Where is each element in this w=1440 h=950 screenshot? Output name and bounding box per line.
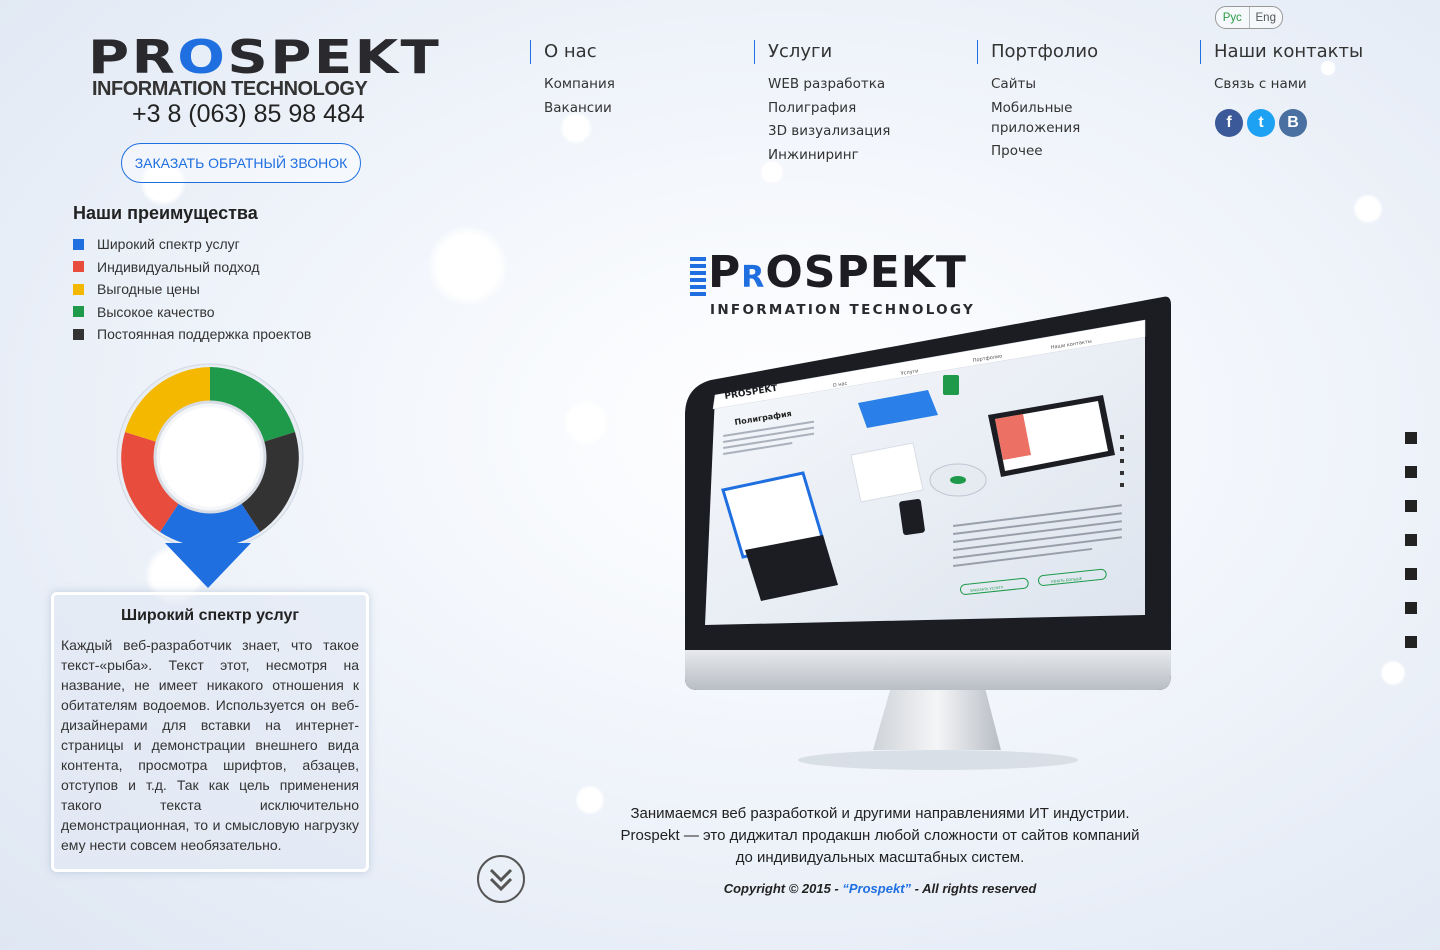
advantage-item[interactable]: Постоянная поддержка проектов — [73, 323, 311, 346]
advantage-label: Высокое качество — [97, 303, 215, 320]
advantages-list: Широкий спектр услуг Индивидуальный подх… — [73, 233, 311, 346]
nav-contacts[interactable]: Наши контакты — [1200, 40, 1363, 64]
nav-contacts-links: Связь с нами — [1214, 74, 1307, 98]
tagline-line: Prospekt — это диджитал продакшн любой с… — [620, 827, 1140, 844]
facebook-icon[interactable]: f — [1215, 109, 1243, 137]
section-dot[interactable] — [1405, 466, 1417, 478]
nav-link-sites[interactable]: Сайты — [991, 74, 1080, 94]
vk-icon[interactable]: B — [1279, 109, 1307, 137]
nav-link-other[interactable]: Прочее — [991, 141, 1080, 161]
advantages-donut — [116, 363, 304, 551]
nav-link-company[interactable]: Компания — [544, 74, 615, 94]
section-dot[interactable] — [1405, 568, 1417, 580]
nav-link-engineering[interactable]: Инжиниринг — [768, 145, 890, 165]
color-marker — [73, 283, 84, 295]
advantage-item[interactable]: Выгодные цены — [73, 278, 311, 301]
nav-heading[interactable]: Услуги — [768, 40, 832, 64]
nav-heading[interactable]: Наши контакты — [1214, 40, 1363, 64]
color-marker — [73, 261, 84, 273]
info-box-title: Широкий спектр услуг — [120, 607, 300, 624]
section-dot[interactable] — [1405, 432, 1417, 444]
advantage-label: Выгодные цены — [97, 281, 200, 298]
hero-logo-bars — [690, 257, 706, 297]
copyright-brand: “Prospekt” — [842, 881, 912, 896]
color-marker — [73, 328, 84, 340]
lang-ru[interactable]: Рус — [1216, 7, 1250, 28]
advantage-item[interactable]: Широкий спектр услуг — [73, 233, 311, 256]
advantage-label: Постоянная поддержка проектов — [97, 326, 312, 343]
nav-link-print[interactable]: Полиграфия — [768, 98, 890, 118]
scroll-down-button[interactable] — [477, 855, 525, 903]
bokeh-decoration — [563, 400, 609, 446]
donut-pointer — [165, 543, 251, 588]
bokeh-decoration — [1380, 660, 1406, 686]
nav-link-web[interactable]: WEB разработка — [768, 74, 890, 94]
tagline-line: до индивидуальных масштабных систем. — [735, 849, 1025, 866]
color-marker — [73, 306, 84, 318]
nav-about-links: Компания Вакансии — [544, 74, 615, 121]
lang-en[interactable]: Eng — [1250, 7, 1283, 28]
site-logo[interactable]: PROSPEKT INFORMATION TECHNOLOGY — [88, 34, 439, 101]
section-dot[interactable] — [1405, 636, 1417, 648]
color-marker — [73, 238, 84, 250]
double-chevron-down-icon — [489, 868, 513, 892]
advantage-info-box: Широкий спектр услуг Каждый веб-разработ… — [51, 592, 369, 872]
language-switcher: Рус Eng — [1215, 6, 1283, 29]
nav-link-vacancies[interactable]: Вакансии — [544, 98, 615, 118]
callback-button[interactable]: ЗАКАЗАТЬ ОБРАТНЫЙ ЗВОНОК — [121, 143, 361, 183]
company-tagline: Занимаемся веб разработкой и другими нап… — [600, 803, 1160, 869]
nav-link-contact[interactable]: Связь с нами — [1214, 74, 1307, 94]
phone-number: +3 8 (063) 85 98 484 — [132, 100, 365, 128]
advantage-label: Индивидуальный подход — [97, 258, 260, 275]
advantage-item[interactable]: Высокое качество — [73, 301, 311, 324]
nav-link-mobile[interactable]: Мобильные — [991, 98, 1080, 118]
advantage-label: Широкий спектр услуг — [97, 236, 240, 253]
section-dot[interactable] — [1405, 602, 1417, 614]
nav-portfolio-links: Сайты Мобильные приложения Прочее — [991, 74, 1080, 165]
advantages-title: Наши преимущества — [73, 203, 258, 223]
nav-heading[interactable]: Портфолио — [991, 40, 1098, 64]
hero-logo-wordmark: PROSPEKT — [708, 247, 967, 298]
bokeh-decoration — [1353, 194, 1383, 224]
info-box-text: Каждый веб-разработчик знает, что такое … — [61, 637, 359, 853]
copyright: Copyright © 2015 - “Prospekt” - All righ… — [723, 881, 1037, 896]
section-dot[interactable] — [1405, 534, 1417, 546]
monitor-illustration: PROSPEKT О нас Услуги Портфолио Наши кон… — [685, 296, 1171, 770]
section-dot[interactable] — [1405, 500, 1417, 512]
nav-link-mobile-cont[interactable]: приложения — [991, 118, 1080, 138]
section-dot-nav — [1405, 432, 1417, 670]
twitter-icon[interactable]: t — [1247, 109, 1275, 137]
nav-services[interactable]: Услуги — [754, 40, 832, 64]
advantage-item[interactable]: Индивидуальный подход — [73, 256, 311, 279]
nav-portfolio[interactable]: Портфолио — [977, 40, 1098, 64]
bokeh-decoration — [428, 226, 508, 306]
logo-wordmark: PROSPEKT — [88, 30, 442, 84]
nav-heading[interactable]: О нас — [544, 40, 597, 64]
tagline-line: Занимаемся веб разработкой и другими нап… — [630, 805, 1130, 822]
nav-link-3d[interactable]: 3D визуализация — [768, 121, 890, 141]
social-links: f t B — [1215, 109, 1307, 137]
nav-services-links: WEB разработка Полиграфия 3D визуализаци… — [768, 74, 890, 168]
nav-about[interactable]: О нас — [530, 40, 597, 64]
